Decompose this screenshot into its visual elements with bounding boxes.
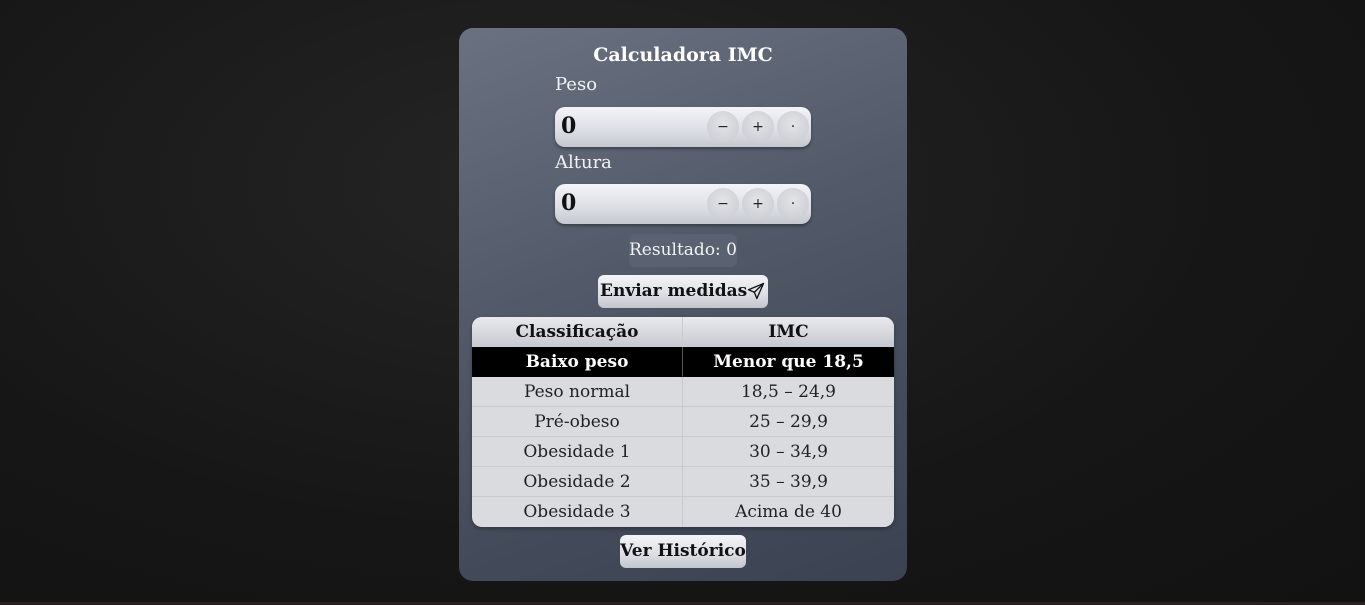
table-header-row: Classificação IMC	[472, 317, 894, 347]
classification-cell: Obesidade 3	[472, 497, 683, 527]
weight-decimal-button[interactable]: ·	[777, 111, 809, 143]
weight-input[interactable]: 0	[561, 113, 576, 139]
page-title: Calculadora IMC	[593, 44, 773, 66]
send-measurements-button[interactable]: Enviar medidas	[598, 275, 768, 308]
imc-range-cell: 30 – 34,9	[683, 437, 894, 467]
imc-range-cell: 35 – 39,9	[683, 467, 894, 497]
imc-range-cell: Acima de 40	[735, 502, 842, 522]
weight-increment-button[interactable]: +	[742, 111, 774, 143]
table-row: Obesidade 1 30 – 34,9	[472, 437, 894, 467]
height-decimal-button[interactable]: ·	[777, 188, 809, 220]
classification-cell: Baixo peso	[472, 347, 683, 377]
imc-classification-table: Classificação IMC Baixo peso Menor que 1…	[472, 317, 894, 527]
imc-range-cell: 18,5 – 24,9	[683, 377, 894, 407]
weight-label: Peso	[555, 74, 598, 95]
height-input[interactable]: 0	[561, 190, 576, 216]
paper-plane-icon	[747, 282, 765, 300]
table-row: Obesidade 3 Acima de 40	[472, 497, 894, 527]
table-row: Baixo peso Menor que 18,5	[472, 347, 894, 377]
table-row: Obesidade 2 35 – 39,9	[472, 467, 894, 497]
height-decrement-button[interactable]: −	[707, 188, 739, 220]
imc-range-cell: Menor que 18,5	[683, 347, 894, 377]
weight-decrement-button[interactable]: −	[707, 111, 739, 143]
height-label: Altura	[555, 152, 612, 173]
column-header-classification: Classificação	[472, 317, 683, 347]
send-measurements-label: Enviar medidas	[600, 281, 748, 301]
result-display: Resultado: 0	[629, 234, 737, 267]
classification-cell: Pré-obeso	[472, 407, 683, 437]
height-increment-button[interactable]: +	[742, 188, 774, 220]
imc-calculator-card: Calculadora IMC Peso 0 − + · Altura 0 − …	[459, 28, 907, 581]
imc-range-cell: 25 – 29,9	[683, 407, 894, 437]
classification-cell: Obesidade 1	[472, 437, 683, 467]
view-history-button[interactable]: Ver Histórico	[620, 535, 746, 568]
table-row: Peso normal 18,5 – 24,9	[472, 377, 894, 407]
table-row: Pré-obeso 25 – 29,9	[472, 407, 894, 437]
classification-cell: Peso normal	[472, 377, 683, 407]
weight-stepper[interactable]: 0 − + ·	[555, 107, 811, 147]
column-header-imc: IMC	[683, 317, 894, 347]
classification-cell: Obesidade 2	[472, 467, 683, 497]
height-stepper[interactable]: 0 − + ·	[555, 184, 811, 224]
